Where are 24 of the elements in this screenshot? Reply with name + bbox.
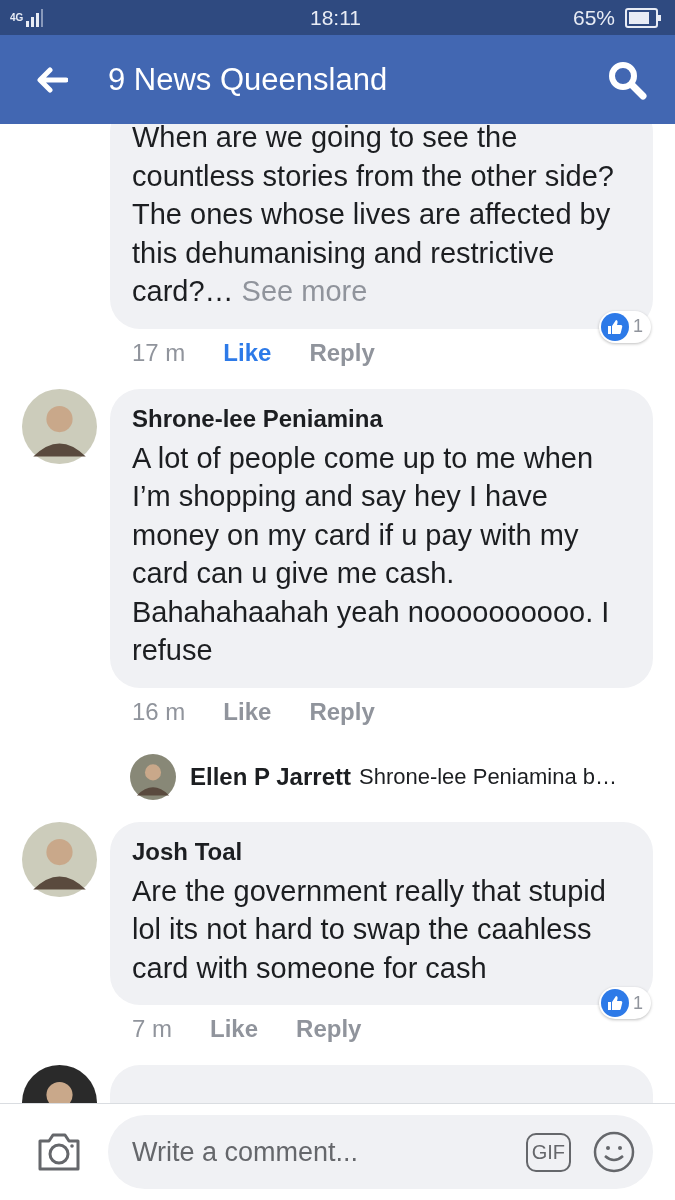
battery-percent: 65% <box>572 5 615 30</box>
reply-link[interactable]: Reply <box>296 1015 362 1065</box>
comment-field[interactable]: Write a comment... GIF <box>108 1115 653 1189</box>
comment-text: A lot of people come up to me when I’m shopping and say hey I have money on my card if u pay with my card can u give me cash. Bahahahaahah yeah noooooooooo. I refuse <box>132 440 611 668</box>
see-more-link[interactable]: See more <box>241 275 368 307</box>
comment-time: 16 m <box>132 697 186 727</box>
comment-text: Are the government really that stupid lol its not hard to swap the caahless card with someone for cash <box>132 873 607 986</box>
comment-time: 7 m <box>132 1015 172 1044</box>
comment-time: 17 m <box>132 338 186 368</box>
like-link[interactable]: Like <box>223 338 272 389</box>
page-title: 9 News Queensland <box>108 61 389 98</box>
network-label: 4G <box>10 12 24 23</box>
replier-name[interactable]: Ellen P Jarrett <box>190 762 351 791</box>
commenter-name[interactable]: Josh Toal <box>132 837 631 866</box>
reply-link[interactable]: Reply <box>309 338 375 389</box>
like-link[interactable]: Like <box>210 1015 259 1065</box>
like-link[interactable]: Like <box>223 697 272 748</box>
gif-button[interactable]: GIF <box>525 1132 571 1172</box>
clock-time: 18:11 <box>309 5 362 30</box>
reaction-count[interactable]: 1 <box>599 987 651 1019</box>
reply-preview-text[interactable]: Shrone-lee Peniamina b… <box>358 763 617 790</box>
reply-link[interactable]: Reply <box>309 697 375 748</box>
comment-text: When are we going to see the countless stories from the other side? The ones whose lives are affected by this dehumanising and restrictive card?… See more <box>132 124 615 309</box>
commenter-name[interactable]: Shrone-lee Peniamina <box>132 404 631 433</box>
